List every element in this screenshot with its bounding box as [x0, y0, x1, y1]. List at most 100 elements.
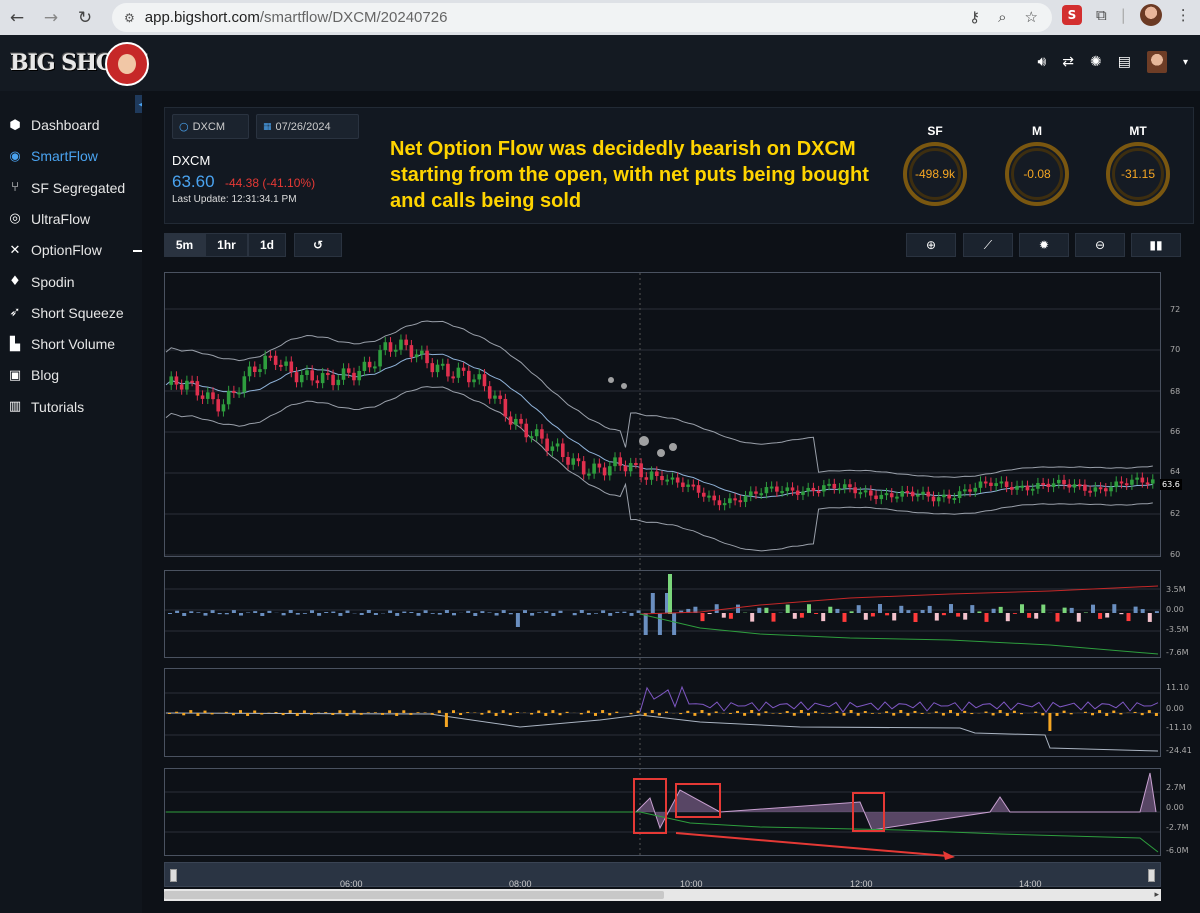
books-icon: ▥ — [8, 399, 22, 415]
net-flow-pane[interactable] — [164, 768, 1161, 856]
browser-toolbar: ← → ↻ ⚙ app.bigshort.com/smartflow/DXCM/… — [0, 0, 1200, 35]
time-navigator[interactable] — [164, 862, 1161, 887]
flow-pane[interactable] — [164, 570, 1161, 658]
forward-arrow-icon[interactable]: → — [34, 1, 68, 35]
layout-button[interactable]: ⊖ — [1075, 233, 1125, 257]
sidebar-item-optionflow[interactable]: ✕ OptionFlow — [8, 239, 102, 261]
logo-mascot — [105, 42, 149, 86]
user-avatar[interactable] — [1146, 51, 1167, 73]
gauge-m-value: -0.08 — [1023, 167, 1051, 181]
sidebar-item-smartflow[interactable]: ◉ SmartFlow — [8, 145, 98, 167]
url-host: app.bigshort.com — [144, 9, 260, 26]
branch-icon: ⑂ — [11, 180, 19, 196]
time-axis-tick: 10:00 — [680, 879, 703, 889]
key-icon[interactable]: ⚷ — [969, 8, 980, 26]
star-icon[interactable]: ☆ — [1025, 8, 1038, 26]
price-change: -44.38 (-41.10%) — [225, 176, 315, 190]
sidebar-item-label: Short Volume — [31, 336, 116, 353]
sidebar-item-label: Blog — [31, 367, 60, 384]
chevron-down-icon[interactable]: ▾ — [1183, 57, 1188, 68]
flow-axis-tick: 0.00 — [1166, 605, 1184, 614]
line-chart-icon: ⟋ — [983, 237, 993, 252]
newspaper-icon: ▣ — [8, 367, 22, 383]
flow-axis-tick: -3.5M — [1166, 625, 1189, 634]
app-header: BIG SHORT 🔊︎ ⇄ ✺ ▤ ▾ — [0, 35, 1200, 91]
volume-icon[interactable]: 🔊︎ — [1037, 54, 1046, 70]
eye-icon: ◉ — [9, 148, 21, 164]
chat-icon[interactable]: ▤ — [1118, 54, 1131, 70]
zoom-icon[interactable]: ⌕ — [998, 8, 1006, 26]
change-percent: (-41.10%) — [262, 176, 316, 190]
time-axis-tick: 14:00 — [1019, 879, 1042, 889]
back-arrow-icon[interactable]: ← — [0, 1, 34, 35]
menu-icon[interactable]: ⋮ — [1176, 6, 1191, 24]
momentum-axis-tick: 11.10 — [1166, 683, 1189, 692]
timeframe-1d-button[interactable]: 1d — [248, 233, 286, 257]
address-bar[interactable]: ⚙ app.bigshort.com/smartflow/DXCM/202407… — [112, 3, 1052, 32]
cube-icon: ⬢ — [9, 117, 21, 133]
sidebar-item-short-squeeze[interactable]: ➶ Short Squeeze — [8, 302, 124, 324]
timeframe-5m-button[interactable]: 5m — [164, 233, 205, 257]
momentum-pane[interactable] — [164, 668, 1161, 757]
calendar-icon: ▦ — [263, 121, 272, 132]
swap-icon[interactable]: ⇄ — [1062, 54, 1074, 70]
ticker-symbol: DXCM — [172, 153, 211, 168]
sidebar-item-ultraflow[interactable]: ◎ UltraFlow — [8, 208, 90, 230]
momentum-axis-tick: -24.41 — [1166, 746, 1192, 755]
site-settings-icon[interactable]: ⚙ — [124, 11, 135, 25]
horizontal-scrollbar[interactable]: ▸ — [164, 889, 1161, 901]
gauge-mt-label: MT — [1129, 124, 1147, 138]
momentum-axis-tick: 0.00 — [1166, 704, 1184, 713]
lightbulb-icon[interactable]: ✺ — [1090, 54, 1102, 70]
indicators-button[interactable]: ⟋ — [963, 233, 1013, 257]
bar-chart-icon: ▮▮ — [1149, 238, 1163, 252]
sidebar-item-label: UltraFlow — [31, 210, 91, 227]
sidebar-item-sf-segregated[interactable]: ⑂ SF Segregated — [8, 177, 125, 199]
rocket-icon: ➶ — [9, 305, 21, 321]
gauge-mt-value: -31.15 — [1120, 167, 1156, 181]
price-axis-tick: 72 — [1170, 305, 1181, 314]
net-flow-axis-tick: -2.7M — [1166, 823, 1189, 832]
time-axis-tick: 12:00 — [850, 879, 873, 889]
sidebar-item-tutorials[interactable]: ▥ Tutorials — [8, 396, 84, 418]
navigator-left-handle[interactable] — [170, 869, 177, 882]
timeframe-1hr-button[interactable]: 1hr — [205, 233, 248, 257]
history-button[interactable]: ↺ — [294, 233, 342, 257]
sidebar-item-label: Short Squeeze — [31, 304, 124, 321]
gauge-sf: -498.9k — [903, 142, 967, 206]
gauge-sf-label: SF — [927, 124, 943, 138]
sidebar-item-short-volume[interactable]: ▙ Short Volume — [8, 333, 115, 355]
zoom-in-icon: ⊕ — [925, 238, 937, 252]
ticker-search-value: DXCM — [192, 120, 225, 133]
sidebar-item-label: SF Segregated — [31, 179, 126, 196]
price-axis-tick: 60 — [1170, 550, 1181, 559]
time-axis-tick: 06:00 — [340, 879, 363, 889]
scroll-thumb[interactable] — [164, 891, 664, 899]
price-pane[interactable] — [164, 272, 1161, 557]
bigshort-logo[interactable]: BIG SHORT — [10, 42, 150, 86]
volume-chart-button[interactable]: ▮▮ — [1131, 233, 1181, 257]
sidebar-item-dashboard[interactable]: ⬢ Dashboard — [8, 114, 99, 136]
date-picker[interactable]: ▦ 07/26/2024 — [256, 114, 359, 139]
price-axis-tick: 68 — [1170, 387, 1181, 396]
pin-icon: ♦ — [9, 274, 21, 289]
date-value: 07/26/2024 — [275, 120, 331, 133]
gauge-m: -0.08 — [1005, 142, 1069, 206]
extensions-icon[interactable]: ⧉ — [1096, 6, 1107, 24]
seo-extension-icon[interactable]: S — [1062, 5, 1082, 25]
zoom-button[interactable]: ⊕ — [906, 233, 956, 257]
profile-avatar[interactable] — [1139, 4, 1162, 26]
divider: | — [1120, 6, 1126, 24]
momentum-axis-tick: -11.10 — [1166, 723, 1192, 732]
scroll-right-arrow-icon[interactable]: ▸ — [1154, 890, 1159, 900]
net-flow-axis-tick: 0.00 — [1166, 803, 1184, 812]
gauge-m-label: M — [1032, 124, 1042, 138]
reload-icon[interactable]: ↻ — [68, 1, 102, 35]
sidebar-item-spodin[interactable]: ♦ Spodin — [8, 271, 74, 293]
settings-button[interactable]: ✹ — [1019, 233, 1069, 257]
last-update: Last Update: 12:31:34.1 PM — [172, 194, 297, 205]
navigator-right-handle[interactable] — [1148, 869, 1155, 882]
sidebar-item-blog[interactable]: ▣ Blog — [8, 364, 59, 386]
price-axis-tick: 70 — [1170, 345, 1181, 354]
ticker-search-input[interactable]: ○ DXCM — [172, 114, 249, 139]
